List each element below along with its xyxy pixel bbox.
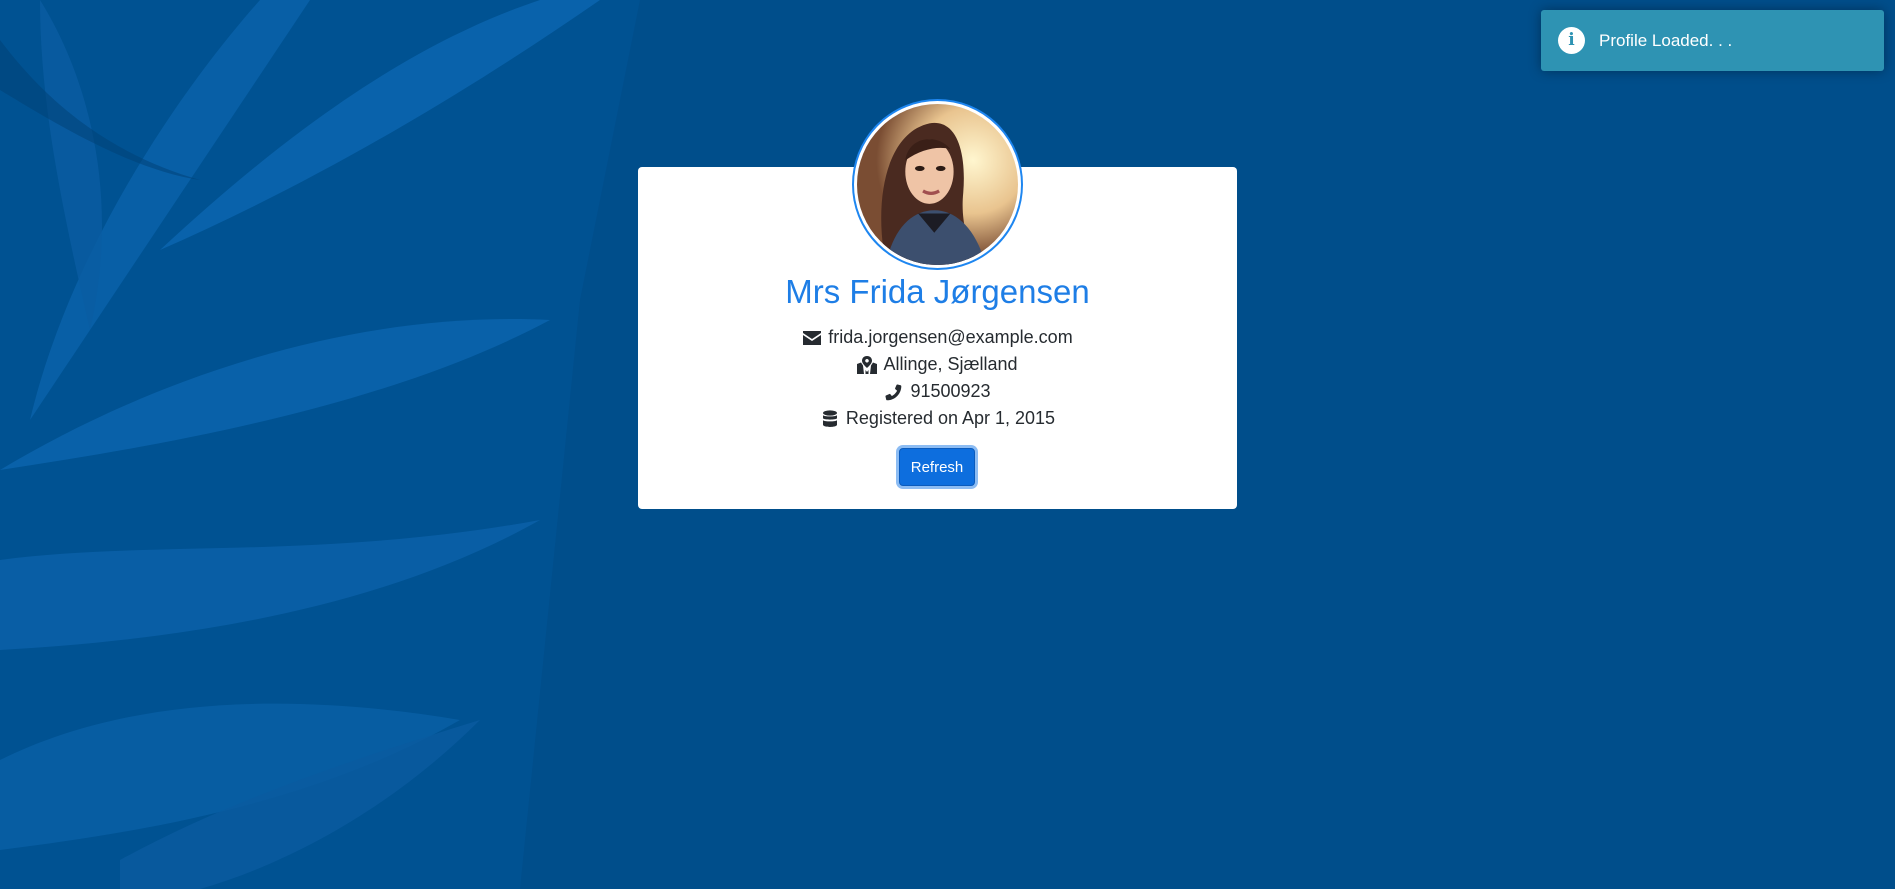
database-icon [822,409,837,427]
refresh-button[interactable]: Refresh [899,448,975,486]
email-text: frida.jorgensen@example.com [828,327,1073,347]
phone-row: 91500923 [638,378,1237,405]
location-text: Allinge, Sjælland [883,354,1018,374]
registered-text: Registered on Apr 1, 2015 [845,408,1056,428]
profile-photo [857,104,1018,265]
toast-message: Profile Loaded. . . [1599,30,1733,50]
info-icon: i [1558,27,1585,54]
registered-row: Registered on Apr 1, 2015 [638,405,1237,432]
phone-icon [885,383,902,400]
envelope-icon [803,330,822,345]
email-row: frida.jorgensen@example.com [638,324,1237,351]
toast-notification[interactable]: i Profile Loaded. . . [1541,10,1884,71]
phone-text: 91500923 [910,381,991,401]
map-marked-icon [857,355,878,374]
profile-name: Mrs Frida Jørgensen [785,273,1090,310]
avatar [852,99,1023,270]
location-row: Allinge, Sjælland [638,351,1237,378]
